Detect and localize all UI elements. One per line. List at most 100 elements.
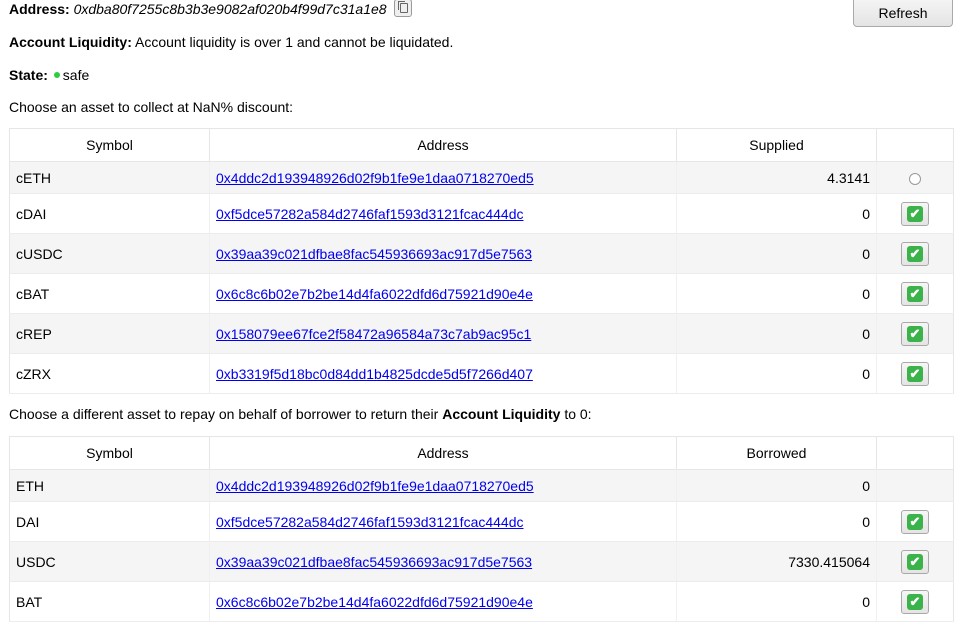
asset-address-link[interactable]: 0xf5dce57282a584d2746faf1593d3121fcac444… (216, 514, 524, 530)
select-asset-button[interactable]: ✔ (901, 281, 929, 306)
select-asset-button[interactable]: ✔ (901, 201, 929, 226)
asset-symbol: USDC (9, 541, 210, 582)
asset-select-cell: ✔ (876, 541, 954, 582)
refresh-button[interactable]: Refresh (853, 0, 953, 27)
column-header-select (876, 128, 954, 162)
repay-table-header: Symbol Address Borrowed (9, 436, 954, 470)
checkmark-icon: ✔ (907, 325, 923, 342)
asset-symbol: ETH (9, 469, 210, 502)
asset-amount: 0 (676, 193, 877, 234)
asset-symbol: cZRX (9, 353, 210, 394)
asset-symbol: cUSDC (9, 233, 210, 274)
asset-amount: 7330.415064 (676, 541, 877, 582)
checkmark-icon: ✔ (907, 245, 923, 262)
asset-select-radio[interactable] (909, 172, 921, 185)
asset-symbol: cBAT (9, 273, 210, 314)
asset-amount: 0 (676, 501, 877, 542)
column-header-borrowed: Borrowed (676, 436, 877, 470)
table-row: DAI 0xf5dce57282a584d2746faf1593d3121fcac… (9, 501, 954, 542)
asset-amount: 0 (676, 233, 877, 274)
asset-address-link[interactable]: 0x39aa39c021dfbae8fac545936693ac917d5e75… (216, 554, 532, 570)
asset-amount: 0 (676, 273, 877, 314)
asset-address-cell: 0x39aa39c021dfbae8fac545936693ac917d5e75… (209, 233, 677, 274)
repay-prompt-suffix: to 0: (560, 406, 592, 422)
column-header-address: Address (209, 436, 677, 470)
checkmark-icon: ✔ (907, 365, 923, 382)
checkmark-icon: ✔ (907, 285, 923, 302)
select-asset-button[interactable]: ✔ (901, 509, 929, 534)
asset-address-cell: 0x6c8c6b02e7b2be14d4fa6022dfd6d75921d90e… (209, 273, 677, 314)
repay-prompt: Choose a different asset to repay on beh… (9, 406, 592, 422)
asset-address-cell: 0x4ddc2d193948926d02f9b1fe9e1daa0718270e… (209, 469, 677, 502)
account-liquidity-line: Account Liquidity: Account liquidity is … (9, 34, 453, 50)
checkmark-icon: ✔ (907, 553, 923, 570)
state-indicator-dot (53, 72, 60, 79)
table-row: cREP 0x158079ee67fce2f58472a96584a73c7ab9… (9, 313, 954, 354)
account-address-value: 0xdba80f7255c8b3b3e9082af020b4f99d7c31a1… (73, 1, 387, 17)
collect-table-header: Symbol Address Supplied (9, 128, 954, 162)
account-state-line: State: safe (9, 67, 89, 83)
asset-symbol: cREP (9, 313, 210, 354)
liquidity-text: Account liquidity is over 1 and cannot b… (135, 34, 454, 50)
select-asset-button[interactable]: ✔ (901, 321, 929, 346)
table-row: ETH 0x4ddc2d193948926d02f9b1fe9e1daa07182… (9, 469, 954, 502)
column-header-address: Address (209, 128, 677, 162)
table-row: cUSDC 0x39aa39c021dfbae8fac545936693ac917… (9, 233, 954, 274)
asset-select-cell: ✔ (876, 193, 954, 234)
asset-amount: 0 (676, 581, 877, 622)
asset-symbol: cETH (9, 161, 210, 194)
asset-amount: 0 (676, 353, 877, 394)
table-row: cDAI 0xf5dce57282a584d2746faf1593d3121fca… (9, 193, 954, 234)
table-row: cETH 0x4ddc2d193948926d02f9b1fe9e1daa0718… (9, 161, 954, 194)
asset-amount: 0 (676, 469, 877, 502)
checkmark-icon: ✔ (907, 513, 923, 530)
column-header-supplied: Supplied (676, 128, 877, 162)
asset-symbol: BAT (9, 581, 210, 622)
asset-address-link[interactable]: 0x4ddc2d193948926d02f9b1fe9e1daa0718270e… (216, 170, 534, 186)
asset-select-cell: ✔ (876, 233, 954, 274)
select-asset-button[interactable]: ✔ (901, 589, 929, 614)
account-address-line: Address: 0xdba80f7255c8b3b3e9082af020b4f… (9, 0, 413, 19)
asset-select-cell: ✔ (876, 353, 954, 394)
asset-select-cell: ✔ (876, 581, 954, 622)
select-asset-button[interactable]: ✔ (901, 241, 929, 266)
liquidity-label: Account Liquidity: (9, 34, 132, 50)
asset-address-cell: 0x158079ee67fce2f58472a96584a73c7ab9ac95… (209, 313, 677, 354)
state-label: State: (9, 67, 48, 83)
select-asset-button[interactable]: ✔ (901, 361, 929, 386)
address-label: Address: (9, 1, 70, 17)
asset-amount: 0 (676, 313, 877, 354)
repay-prompt-text: Choose a different asset to repay on beh… (9, 406, 443, 422)
collect-asset-table: Symbol Address Supplied cETH 0x4ddc2d1939… (9, 128, 954, 394)
state-value: safe (62, 67, 90, 83)
collect-prompt: Choose an asset to collect at NaN% disco… (9, 99, 294, 115)
checkmark-icon: ✔ (907, 205, 923, 222)
table-row: cZRX 0xb3319f5d18bc0d84dd1b4825dcde5d5f72… (9, 353, 954, 394)
asset-address-cell: 0xf5dce57282a584d2746faf1593d3121fcac444… (209, 193, 677, 234)
asset-address-link[interactable]: 0x39aa39c021dfbae8fac545936693ac917d5e75… (216, 246, 532, 262)
asset-address-cell: 0xf5dce57282a584d2746faf1593d3121fcac444… (209, 501, 677, 542)
asset-select-cell (876, 161, 954, 194)
repay-prompt-bold: Account Liquidity (442, 406, 561, 422)
copy-address-button[interactable] (394, 0, 413, 18)
asset-address-cell: 0xb3319f5d18bc0d84dd1b4825dcde5d5f7266d4… (209, 353, 677, 394)
asset-select-cell: ✔ (876, 313, 954, 354)
select-asset-button[interactable]: ✔ (901, 549, 929, 574)
asset-address-cell: 0x6c8c6b02e7b2be14d4fa6022dfd6d75921d90e… (209, 581, 677, 622)
asset-symbol: DAI (9, 501, 210, 542)
asset-address-link[interactable]: 0x158079ee67fce2f58472a96584a73c7ab9ac95… (216, 326, 531, 342)
column-header-select (876, 436, 954, 470)
asset-address-cell: 0x39aa39c021dfbae8fac545936693ac917d5e75… (209, 541, 677, 582)
asset-address-link[interactable]: 0x4ddc2d193948926d02f9b1fe9e1daa0718270e… (216, 478, 534, 494)
asset-select-cell: ✔ (876, 501, 954, 542)
table-row: USDC 0x39aa39c021dfbae8fac545936693ac917d… (9, 541, 954, 582)
asset-address-link[interactable]: 0xf5dce57282a584d2746faf1593d3121fcac444… (216, 206, 524, 222)
asset-address-cell: 0x4ddc2d193948926d02f9b1fe9e1daa0718270e… (209, 161, 677, 194)
asset-address-link[interactable]: 0x6c8c6b02e7b2be14d4fa6022dfd6d75921d90e… (216, 594, 533, 610)
checkmark-icon: ✔ (907, 593, 923, 610)
asset-address-link[interactable]: 0x6c8c6b02e7b2be14d4fa6022dfd6d75921d90e… (216, 286, 533, 302)
asset-amount: 4.3141 (676, 161, 877, 194)
asset-select-cell: ✔ (876, 273, 954, 314)
asset-symbol: cDAI (9, 193, 210, 234)
asset-address-link[interactable]: 0xb3319f5d18bc0d84dd1b4825dcde5d5f7266d4… (216, 366, 533, 382)
